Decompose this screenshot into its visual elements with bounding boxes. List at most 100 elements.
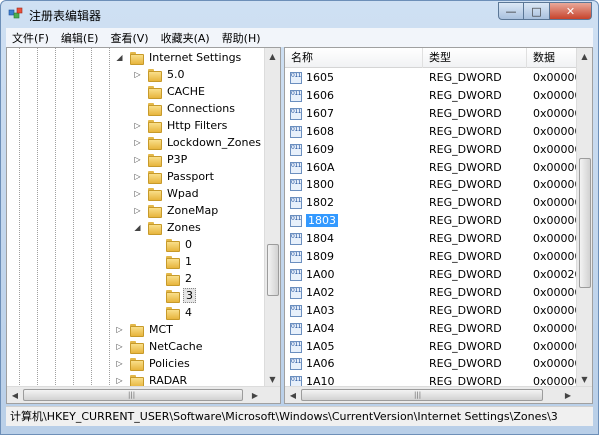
tree-item[interactable]: ▷ P3P [133, 151, 189, 168]
scroll-up-icon[interactable]: ▲ [265, 48, 280, 64]
table-row[interactable]: 0110 1803 REG_DWORD 0x0000000 [285, 212, 577, 230]
table-row[interactable]: 0110 1A05 REG_DWORD 0x0000000 [285, 338, 577, 356]
table-row[interactable]: 0110 1800 REG_DWORD 0x0000000 [285, 176, 577, 194]
tree-item[interactable]: 3 [151, 287, 196, 304]
menu-favorites[interactable]: 收藏夹(A) [155, 30, 216, 46]
close-button[interactable]: ✕ [550, 2, 592, 20]
reg-dword-icon: 0110 [290, 107, 302, 120]
tree-guide [19, 48, 20, 387]
tree-item-label: ZoneMap [167, 204, 219, 217]
tree-vertical-scrollbar[interactable]: ▲ ▼ [264, 48, 280, 387]
scroll-thumb[interactable]: ||| [23, 389, 243, 401]
table-row[interactable]: 0110 1605 REG_DWORD 0x0000000 [285, 69, 577, 87]
tree-item-label: Wpad [167, 187, 199, 200]
grip-icon: ||| [414, 391, 422, 399]
expand-arrow-icon[interactable]: ▷ [115, 342, 124, 351]
table-row[interactable]: 0110 1606 REG_DWORD 0x0000000 [285, 87, 577, 105]
value-data: 0x0000000 [533, 178, 577, 192]
table-row[interactable]: 0110 1609 REG_DWORD 0x0000000 [285, 141, 577, 159]
menu-edit[interactable]: 编辑(E) [55, 30, 105, 46]
value-name-text: 1800 [306, 178, 334, 192]
key-tree[interactable]: ◢ Internet Settings ▷ 5.0 CACHE Connections ▷ H… [6, 47, 281, 404]
expand-arrow-icon[interactable]: ▷ [133, 138, 142, 147]
tree-item[interactable]: 4 [151, 304, 194, 321]
expand-arrow-icon[interactable]: ▷ [133, 70, 142, 79]
minimize-button[interactable]: — [498, 2, 524, 20]
table-row[interactable]: 0110 1A00 REG_DWORD 0x0002000 [285, 266, 577, 284]
value-name: 1605 [304, 69, 422, 87]
table-row[interactable]: 0110 1A03 REG_DWORD 0x0000000 [285, 302, 577, 320]
tree-item[interactable]: 1 [151, 253, 194, 270]
scroll-up-icon[interactable]: ▲ [577, 48, 592, 64]
expand-arrow-icon[interactable]: ▷ [133, 121, 142, 130]
expand-arrow-icon[interactable]: ▷ [115, 376, 124, 385]
table-row[interactable]: 0110 1A04 REG_DWORD 0x0000000 [285, 320, 577, 338]
table-row[interactable]: 0110 1802 REG_DWORD 0x0000000 [285, 194, 577, 212]
tree-item[interactable]: ▷ Passport [133, 168, 216, 185]
expand-arrow-icon[interactable]: ▷ [115, 359, 124, 368]
scroll-down-icon[interactable]: ▼ [577, 371, 592, 387]
value-type: REG_DWORD [429, 88, 502, 102]
table-row[interactable]: 0110 1608 REG_DWORD 0x0000000 [285, 123, 577, 141]
list-vertical-scrollbar[interactable]: ▲ ▼ [576, 48, 592, 387]
scroll-thumb[interactable] [267, 244, 279, 296]
tree-item[interactable]: ▷ NetCache [115, 338, 205, 355]
scroll-right-icon[interactable]: ▶ [247, 387, 263, 403]
folder-icon [129, 51, 144, 65]
column-header-type[interactable]: 类型 [423, 48, 527, 68]
tree-item[interactable]: ▷ 5.0 [133, 66, 187, 83]
tree-item[interactable]: 2 [151, 270, 194, 287]
table-row[interactable]: 0110 1607 REG_DWORD 0x0000000 [285, 105, 577, 123]
scroll-down-icon[interactable]: ▼ [265, 371, 280, 387]
folder-icon [165, 306, 180, 320]
grip-icon: ||| [128, 391, 136, 399]
scroll-thumb[interactable]: ||| [301, 389, 543, 401]
tree-item[interactable]: Connections [133, 100, 237, 117]
tree-item-label: P3P [167, 153, 188, 166]
tree-item[interactable]: ▷ Policies [115, 355, 192, 372]
menu-file[interactable]: 文件(F) [6, 30, 55, 46]
column-header-name[interactable]: 名称 [285, 48, 423, 68]
table-row[interactable]: 0110 1809 REG_DWORD 0x0000000 [285, 248, 577, 266]
expand-arrow-icon[interactable]: ▷ [115, 325, 124, 334]
value-name-text: 1A00 [306, 267, 335, 281]
tree-item-label: 5.0 [167, 68, 185, 81]
menu-view[interactable]: 查看(V) [104, 30, 154, 46]
table-row[interactable]: 0110 1804 REG_DWORD 0x0000000 [285, 230, 577, 248]
scroll-right-icon[interactable]: ▶ [560, 387, 576, 403]
value-list[interactable]: 名称 类型 数据 0110 1605 REG_DWORD 0x0000000 0110 1… [284, 47, 593, 404]
tree-item[interactable]: ◢ Zones [133, 219, 203, 236]
tree-item[interactable]: ▷ Wpad [133, 185, 201, 202]
maximize-button[interactable]: □ [524, 2, 550, 20]
tree-item[interactable]: CACHE [133, 83, 207, 100]
tree-item[interactable]: ▷ Http Filters [133, 117, 229, 134]
value-data: 0x0000000 [533, 250, 577, 263]
table-row[interactable]: 0110 1A02 REG_DWORD 0x0000000 [285, 284, 577, 302]
expand-arrow-icon[interactable]: ▷ [133, 172, 142, 181]
collapse-arrow-icon[interactable]: ◢ [133, 223, 142, 232]
table-row[interactable]: 0110 160A REG_DWORD 0x0000000 [285, 159, 577, 177]
folder-icon [147, 136, 162, 150]
tree-item[interactable]: ▷ ZoneMap [133, 202, 220, 219]
title-bar[interactable]: 注册表编辑器 — □ ✕ [1, 1, 598, 27]
tree-horizontal-scrollbar[interactable]: ◀ ||| ▶ [7, 386, 280, 403]
tree-item-label: 4 [185, 306, 192, 319]
tree-item[interactable]: 0 [151, 236, 194, 253]
value-name-text: 1804 [306, 232, 334, 246]
collapse-arrow-icon[interactable]: ◢ [115, 53, 124, 62]
scroll-left-icon[interactable]: ◀ [285, 387, 301, 403]
scroll-thumb[interactable] [579, 158, 591, 288]
value-type: REG_DWORD [429, 232, 502, 246]
expand-arrow-icon[interactable]: ▷ [133, 189, 142, 198]
expand-arrow-icon[interactable]: ▷ [133, 155, 142, 164]
tree-item[interactable]: ▷ MCT [115, 321, 175, 338]
menu-help[interactable]: 帮助(H) [216, 30, 267, 46]
table-row[interactable]: 0110 1A06 REG_DWORD 0x0000000 [285, 355, 577, 373]
tree-item[interactable]: ◢ Internet Settings [115, 49, 243, 66]
list-horizontal-scrollbar[interactable]: ◀ ||| ▶ [285, 386, 592, 403]
reg-dword-icon: 0110 [290, 286, 302, 299]
tree-item[interactable]: ▷ Lockdown_Zones [133, 134, 263, 151]
tree-item-label: MCT [149, 323, 173, 336]
expand-arrow-icon[interactable]: ▷ [133, 206, 142, 215]
scroll-left-icon[interactable]: ◀ [7, 387, 23, 403]
